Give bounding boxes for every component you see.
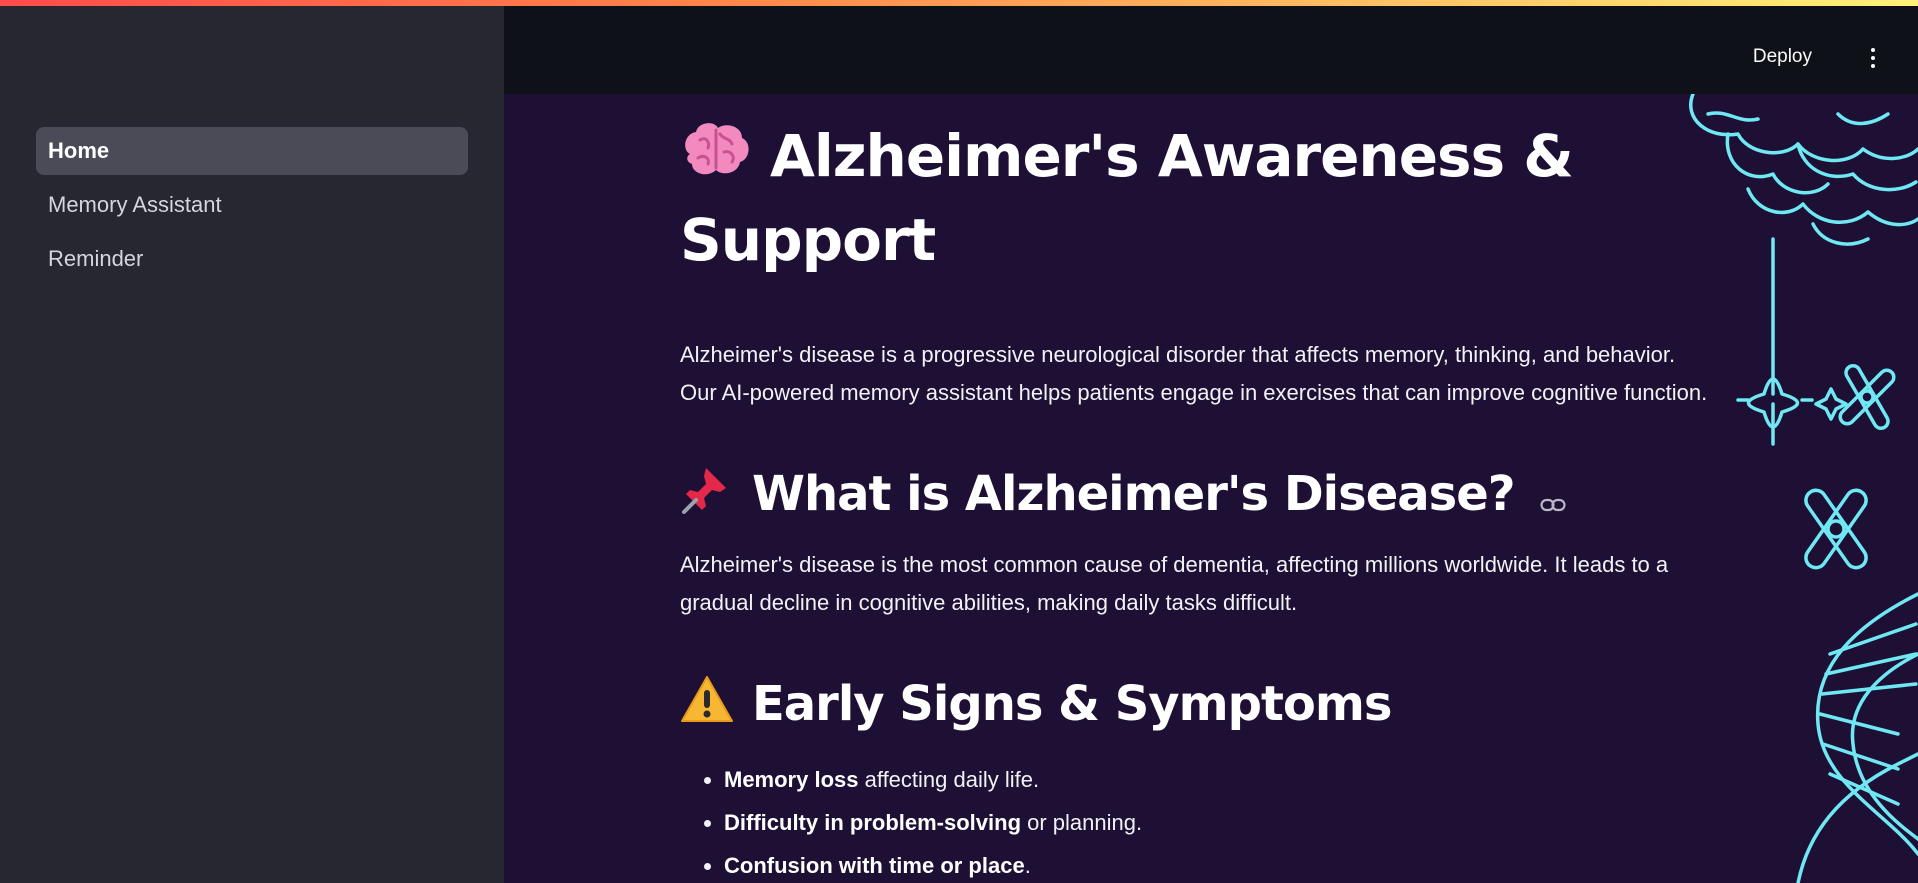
section-heading-what-is: What is Alzheimer's Disease? — [680, 462, 1760, 532]
symptom-rest: or planning. — [1021, 809, 1143, 835]
page-title-text: Alzheimer's Awareness & Support — [680, 122, 1574, 274]
symptom-bold: Difficulty in problem-solving — [724, 809, 1022, 835]
sidebar-item-home[interactable]: Home — [36, 127, 468, 175]
symptom-bold: Confusion with time or place — [724, 852, 1025, 878]
symptoms-list: Memory loss affecting daily life. Diffic… — [680, 758, 1760, 883]
app-header: Deploy — [504, 6, 1918, 94]
anchor-link-icon[interactable] — [1540, 465, 1566, 529]
deploy-button[interactable]: Deploy — [1753, 46, 1812, 68]
intro-line-1: Alzheimer's disease is a progressive neu… — [680, 341, 1676, 367]
pushpin-icon — [680, 462, 734, 532]
list-item: Confusion with time or place. — [724, 844, 1760, 883]
section-heading-early-signs: Early Signs & Symptoms — [680, 672, 1760, 740]
page-title: Alzheimer's Awareness & Support — [680, 116, 1760, 280]
main-content: Alzheimer's Awareness & Support Alzheime… — [504, 94, 1918, 883]
list-item: Difficulty in problem-solving or plannin… — [724, 801, 1760, 844]
warning-icon — [680, 674, 734, 740]
sidebar-item-reminder[interactable]: Reminder — [36, 235, 468, 283]
symptom-bold: Memory loss — [724, 766, 859, 792]
sidebar-item-memory-assistant[interactable]: Memory Assistant — [36, 181, 468, 229]
intro-paragraph: Alzheimer's disease is a progressive neu… — [680, 336, 1750, 412]
section-heading-early-signs-text: Early Signs & Symptoms — [752, 675, 1392, 732]
kebab-menu-icon[interactable] — [1868, 48, 1878, 70]
sidebar-nav: Home Memory Assistant Reminder — [36, 127, 468, 289]
symptom-rest: affecting daily life. — [858, 766, 1040, 792]
what-is-paragraph: Alzheimer's disease is the most common c… — [680, 551, 1669, 615]
content-column: Alzheimer's Awareness & Support Alzheime… — [680, 94, 1760, 883]
brain-icon — [680, 120, 752, 200]
symptom-rest: . — [1024, 852, 1031, 878]
sidebar: Home Memory Assistant Reminder — [0, 6, 504, 883]
list-item: Memory loss affecting daily life. — [724, 758, 1760, 801]
section-heading-what-is-text: What is Alzheimer's Disease? — [752, 465, 1516, 522]
top-accent-bar — [0, 0, 1918, 6]
intro-line-2: Our AI-powered memory assistant helps pa… — [680, 379, 1708, 405]
